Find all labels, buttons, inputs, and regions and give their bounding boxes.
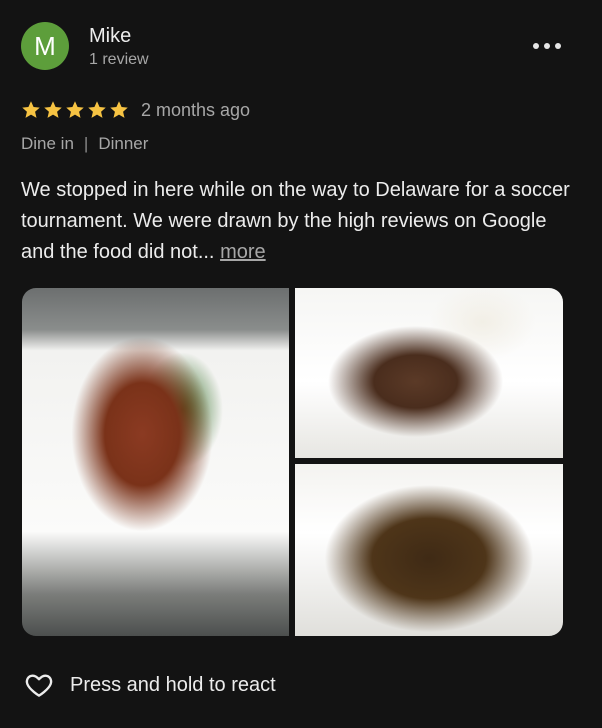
service-type: Dine in [21,134,74,153]
review-time: 2 months ago [141,99,251,120]
dot-icon [533,43,539,49]
review-photo[interactable] [295,288,563,458]
react-button[interactable]: Press and hold to react [24,670,276,700]
heart-icon [25,674,53,697]
star-icon [110,101,128,118]
more-options-button[interactable] [532,36,562,56]
review-meta: Dine in | Dinner [21,134,148,154]
read-more-link[interactable]: more [220,241,266,263]
star-icon [66,101,84,118]
star-icon [22,101,40,118]
review-photo[interactable] [295,464,563,636]
review-photo[interactable] [22,288,289,636]
meta-separator: | [83,134,89,153]
reviewer-name[interactable]: Mike [89,25,131,48]
review-body: We stopped in here while on the way to D… [21,179,570,263]
star-rating [21,100,129,120]
dot-icon [555,43,561,49]
review-text: We stopped in here while on the way to D… [21,175,581,268]
meal-type: Dinner [98,134,149,153]
star-icon [44,101,62,118]
dot-icon [544,43,550,49]
star-icon [88,101,106,118]
react-label: Press and hold to react [70,673,276,696]
rating-row: 2 months ago [21,96,250,124]
avatar[interactable]: M [21,22,69,70]
reviewer-review-count: 1 review [89,51,149,68]
photo-grid [22,288,563,636]
